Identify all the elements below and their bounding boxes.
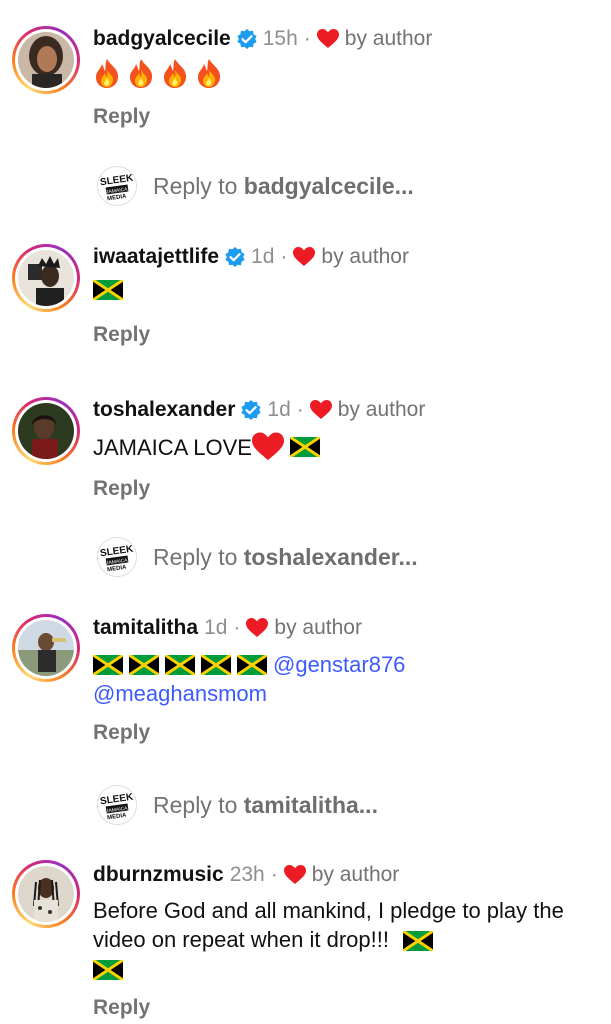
reply-to-username: tamitalitha... — [243, 791, 378, 818]
liked-by-author: by author — [274, 616, 362, 639]
avatar[interactable] — [12, 860, 80, 928]
sleek-logo-icon — [98, 167, 136, 205]
verified-badge-icon — [236, 29, 257, 49]
avatar[interactable] — [12, 26, 80, 94]
username[interactable]: toshalexander — [93, 397, 235, 423]
reply-to-row[interactable]: Reply to badgyalcecile... — [97, 166, 414, 206]
timestamp: 1d — [267, 398, 291, 421]
fire-icon — [96, 59, 119, 88]
comment-text: Before God and all mankind, I pledge to … — [93, 898, 564, 952]
reply-to-prefix: Reply to — [153, 791, 244, 818]
heart-icon[interactable] — [246, 618, 269, 638]
reply-to-prompt[interactable]: Reply to badgyalcecile... — [153, 173, 414, 200]
liked-by-author: by author — [337, 398, 426, 421]
reply-to-prefix: Reply to — [153, 172, 244, 199]
comment-body: Before God and all mankind, I pledge to … — [93, 896, 603, 983]
jamaica-flag-icon — [93, 280, 123, 300]
separator-dot: · — [303, 27, 311, 50]
reply-avatar — [97, 166, 137, 206]
username[interactable]: tamitalitha — [93, 615, 198, 641]
jamaica-flag-icon — [93, 960, 123, 981]
username[interactable]: iwaatajettlife — [93, 244, 219, 270]
comment-meta: iwaatajettlife 1d · by author — [93, 244, 409, 270]
heart-icon[interactable] — [283, 865, 306, 885]
sleek-logo-icon — [98, 538, 136, 576]
mention-link[interactable]: @meaghansmom — [93, 681, 267, 706]
comment-meta: toshalexander 1d · by author — [93, 397, 425, 423]
reply-button[interactable]: Reply — [93, 996, 150, 1020]
comment-meta: dburnzmusic 23h · by author — [93, 862, 399, 888]
heart-icon[interactable] — [316, 29, 339, 49]
timestamp: 1d — [251, 245, 275, 268]
fire-icon — [130, 59, 153, 88]
jamaica-flag-icon — [129, 654, 159, 675]
separator-dot: · — [270, 863, 278, 886]
jamaica-flag-icon — [93, 654, 123, 675]
avatar[interactable] — [12, 614, 80, 682]
separator-dot: · — [233, 616, 241, 639]
verified-badge-icon — [225, 247, 246, 267]
verified-badge-icon — [241, 400, 262, 420]
liked-by-author: by author — [311, 863, 400, 886]
separator-dot: · — [296, 398, 304, 421]
heart-icon[interactable] — [293, 247, 316, 267]
reply-avatar — [97, 537, 137, 577]
timestamp: 23h — [229, 863, 265, 886]
username[interactable]: badgyalcecile — [93, 26, 231, 52]
reply-to-row[interactable]: Reply to toshalexander... — [97, 537, 418, 577]
reply-to-row[interactable]: Reply to tamitalitha... — [97, 785, 378, 825]
comment-body: JAMAICA LOVE — [93, 432, 598, 462]
sleek-logo-icon — [98, 786, 136, 824]
jamaica-flag-icon — [201, 654, 231, 675]
red-heart-icon — [251, 432, 284, 461]
reply-avatar — [97, 785, 137, 825]
timestamp: 1d — [204, 616, 228, 639]
liked-by-author: by author — [321, 245, 409, 268]
liked-by-author: by author — [344, 27, 433, 50]
jamaica-flag-icon — [237, 654, 267, 675]
comment-meta: tamitalitha 1d · by author — [93, 615, 362, 641]
username[interactable]: dburnzmusic — [93, 862, 224, 888]
reply-button[interactable]: Reply — [93, 323, 150, 347]
comment-body: @genstar876 @meaghansmom — [93, 650, 598, 708]
reply-button[interactable]: Reply — [93, 477, 150, 501]
reply-to-prefix: Reply to — [153, 543, 244, 570]
comment-text: JAMAICA LOVE — [93, 434, 252, 460]
reply-button[interactable]: Reply — [93, 105, 150, 129]
mention-link[interactable]: @genstar876 — [273, 650, 405, 679]
reply-to-prompt[interactable]: Reply to tamitalitha... — [153, 792, 378, 819]
comment-body — [93, 280, 598, 300]
fire-icon — [164, 59, 187, 88]
comment-meta: badgyalcecile 15h · by author — [93, 26, 432, 52]
reply-to-prompt[interactable]: Reply to toshalexander... — [153, 544, 418, 571]
avatar[interactable] — [12, 397, 80, 465]
reply-button[interactable]: Reply — [93, 721, 150, 745]
jamaica-flag-icon — [403, 931, 434, 952]
avatar[interactable] — [12, 244, 80, 312]
fire-icon — [198, 59, 221, 88]
separator-dot: · — [280, 245, 288, 268]
jamaica-flag-icon — [289, 437, 320, 457]
jamaica-flag-icon — [165, 654, 195, 675]
reply-to-username: toshalexander... — [243, 543, 418, 570]
timestamp: 15h — [262, 27, 298, 50]
reply-to-username: badgyalcecile... — [243, 172, 414, 199]
comment-body — [93, 58, 598, 88]
heart-icon[interactable] — [309, 400, 332, 420]
